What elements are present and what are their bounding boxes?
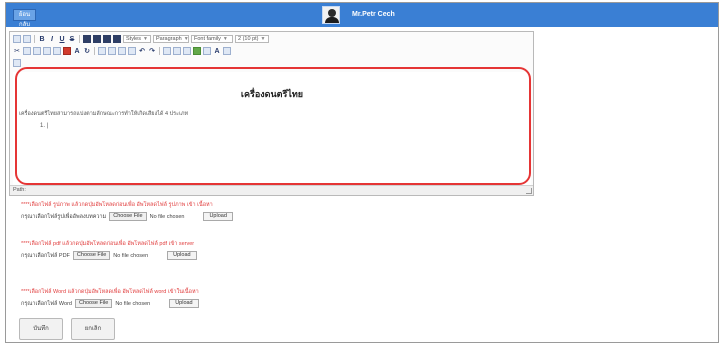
pdf-choose-file-button[interactable]: Choose File	[72, 251, 111, 260]
pdf-upload-row: กรุณาเลือกไฟล์ PDF Choose File No file c…	[21, 251, 197, 260]
fullscreen-icon[interactable]	[13, 59, 21, 67]
align-left-icon[interactable]	[83, 35, 91, 43]
toolbar-divider	[94, 47, 95, 55]
avatar[interactable]	[322, 6, 340, 24]
align-justify-icon[interactable]	[113, 35, 121, 43]
find-icon[interactable]: A	[73, 48, 81, 55]
image-upload-button[interactable]: Upload	[203, 212, 233, 221]
font-size-select-label: 2 (10 pt)	[238, 36, 259, 42]
toolbar-divider	[34, 35, 35, 43]
youtube-icon[interactable]	[63, 47, 71, 55]
image-upload-label: กรุณาเลือกไฟล์รูปเพื่ออัพลงบทความ	[21, 213, 107, 220]
indent-icon[interactable]	[128, 47, 136, 55]
bullet-list-icon[interactable]	[98, 47, 106, 55]
cut-icon[interactable]: ✂	[13, 47, 21, 55]
image-icon[interactable]	[193, 47, 201, 55]
word-upload-row: กรุณาเลือกไฟล์ Word Choose File No file …	[21, 299, 199, 308]
image-file-status: No file chosen	[149, 213, 185, 220]
username[interactable]: Mr.Petr Cech	[352, 11, 395, 18]
toolbar-divider	[79, 35, 80, 43]
highlight-color-icon[interactable]	[223, 47, 231, 55]
chevron-down-icon: ▼	[222, 36, 228, 42]
word-upload-label: กรุณาเลือกไฟล์ Word	[21, 300, 72, 307]
toolbar-row-3	[13, 58, 21, 68]
numbered-list-icon[interactable]	[108, 47, 116, 55]
code-icon[interactable]	[203, 47, 211, 55]
redo-icon[interactable]: ↷	[148, 47, 156, 55]
paragraph-select-label: Paragraph	[156, 36, 182, 42]
page-frame: ย้อนกลับ Mr.Petr Cech B I U S Styles ▼ Pa…	[5, 2, 719, 343]
content-highlight-annotation	[15, 67, 531, 185]
unlink-icon[interactable]	[173, 47, 181, 55]
new-document-icon[interactable]	[23, 35, 31, 43]
top-bar: ย้อนกลับ Mr.Petr Cech	[6, 3, 718, 28]
avatar-body-icon	[325, 17, 339, 23]
image-upload-section: ****เลือกไฟล์ รูปภาพ แล้วกดปุ่มอัพโหลดก่…	[21, 201, 233, 221]
copy-icon[interactable]	[23, 47, 31, 55]
pdf-upload-section: ****เลือกไฟล์ pdf แล้วกดปุ่มอัพโหลดก่อนเ…	[21, 240, 197, 260]
chevron-down-icon: ▼	[260, 36, 266, 42]
word-choose-file-button[interactable]: Choose File	[74, 299, 113, 308]
font-family-select[interactable]: Font family ▼	[191, 35, 233, 43]
strikethrough-icon[interactable]: S	[68, 36, 76, 43]
bold-icon[interactable]: B	[38, 36, 46, 43]
align-right-icon[interactable]	[103, 35, 111, 43]
toolbar-row-2: ✂ A ↻ ↶ ↷ A	[13, 46, 231, 56]
resize-handle-icon[interactable]	[526, 188, 532, 194]
text-color-icon[interactable]: A	[213, 48, 221, 55]
align-center-icon[interactable]	[93, 35, 101, 43]
pdf-upload-button[interactable]: Upload	[167, 251, 197, 260]
paste-word-icon[interactable]	[53, 47, 61, 55]
image-upload-row: กรุณาเลือกไฟล์รูปเพื่ออัพลงบทความ Choose…	[21, 212, 233, 221]
path-label: Path:	[13, 187, 26, 193]
toolbar-divider	[159, 47, 160, 55]
avatar-head-icon	[328, 9, 336, 17]
toolbar-row-1: B I U S Styles ▼ Paragraph ▼ Font family ▼ …	[13, 34, 269, 44]
cancel-button[interactable]: ยกเลิก	[71, 318, 115, 340]
word-upload-section: ****เลือกไฟล์ Word แล้วกดปุ่มอัพโหลดเพื่…	[21, 288, 199, 308]
word-upload-note: ****เลือกไฟล์ Word แล้วกดปุ่มอัพโหลดเพื่…	[21, 289, 199, 295]
chevron-down-icon: ▼	[183, 36, 189, 42]
outdent-icon[interactable]	[118, 47, 126, 55]
replace-icon[interactable]: ↻	[83, 47, 91, 55]
image-choose-file-button[interactable]: Choose File	[109, 212, 147, 221]
styles-select[interactable]: Styles ▼	[123, 35, 151, 43]
save-icon[interactable]	[13, 35, 21, 43]
underline-icon[interactable]: U	[58, 36, 66, 43]
back-button[interactable]: ย้อนกลับ	[13, 9, 36, 28]
styles-select-label: Styles	[126, 36, 141, 42]
italic-icon[interactable]: I	[48, 36, 56, 43]
chevron-down-icon: ▼	[142, 36, 148, 42]
anchor-icon[interactable]	[183, 47, 191, 55]
undo-icon[interactable]: ↶	[138, 47, 146, 55]
paste-icon[interactable]	[33, 47, 41, 55]
paste-text-icon[interactable]	[43, 47, 51, 55]
pdf-upload-label: กรุณาเลือกไฟล์ PDF	[21, 252, 70, 259]
link-icon[interactable]	[163, 47, 171, 55]
image-upload-note: ****เลือกไฟล์ รูปภาพ แล้วกดปุ่มอัพโหลดก่…	[21, 202, 213, 208]
editor-path-bar: Path:	[10, 185, 533, 195]
pdf-file-status: No file chosen	[113, 252, 149, 259]
font-size-select[interactable]: 2 (10 pt) ▼	[235, 35, 269, 43]
font-family-select-label: Font family	[194, 36, 221, 42]
word-file-status: No file chosen	[115, 300, 151, 307]
word-upload-button[interactable]: Upload	[169, 299, 199, 308]
pdf-upload-note: ****เลือกไฟล์ pdf แล้วกดปุ่มอัพโหลดก่อนเ…	[21, 241, 195, 247]
paragraph-select[interactable]: Paragraph ▼	[153, 35, 189, 43]
save-button[interactable]: บันทึก	[19, 318, 63, 340]
